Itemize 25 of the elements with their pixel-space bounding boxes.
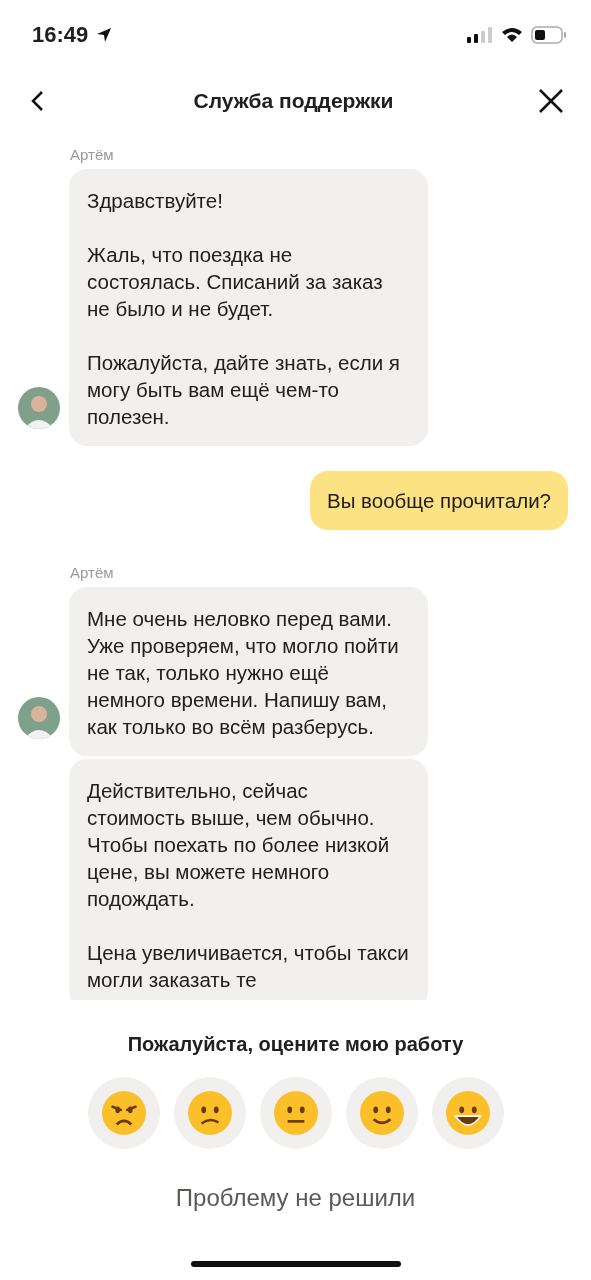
message-text: Пожалуйста, дайте знать, если я могу быть вам ещё чем-то полезен. [87, 350, 401, 430]
message-text: Действительно, сейчас стоимость выше, чем обычно. Чтобы поехать по более низкой цене, вы можете немного подождать. [87, 778, 391, 912]
smiling-face-icon [358, 1090, 405, 1136]
wifi-icon [501, 27, 523, 43]
message-text: Цена увеличивается, чтобы такси могли заказать те [87, 940, 410, 993]
message-text: Здравствуйте! [87, 188, 224, 214]
battery-icon [531, 26, 567, 44]
message-text: Мне очень неловко перед вами. Уже проверяем, что могло пойти не так, только нужно ещё немного времени. Напишу вам, как только во всём разберусь. [87, 606, 400, 740]
neutral-face-icon [272, 1090, 319, 1136]
location-arrow-icon [96, 27, 113, 43]
sad-face-icon [186, 1090, 233, 1136]
avatar [18, 697, 60, 739]
grinning-face-icon [444, 1090, 491, 1136]
sender-name: Артём [70, 146, 115, 163]
angry-face-icon [100, 1090, 147, 1136]
sender-name: Артём [70, 564, 115, 581]
avatar [18, 387, 60, 429]
message-text: Жаль, что поездка не состоялась. Списаний за заказ не было и не будет. [87, 242, 384, 322]
screen-title: Служба поддержки [193, 89, 394, 113]
status-time: 16:49 [32, 22, 89, 48]
rating-prompt: Пожалуйста, оцените мою работу [127, 1033, 464, 1056]
problem-not-solved-link[interactable]: Проблему не решили [169, 1183, 422, 1213]
signal-icon [467, 27, 493, 43]
close-icon [537, 87, 565, 115]
sent-message: Вы вообще прочитали? [310, 471, 568, 530]
